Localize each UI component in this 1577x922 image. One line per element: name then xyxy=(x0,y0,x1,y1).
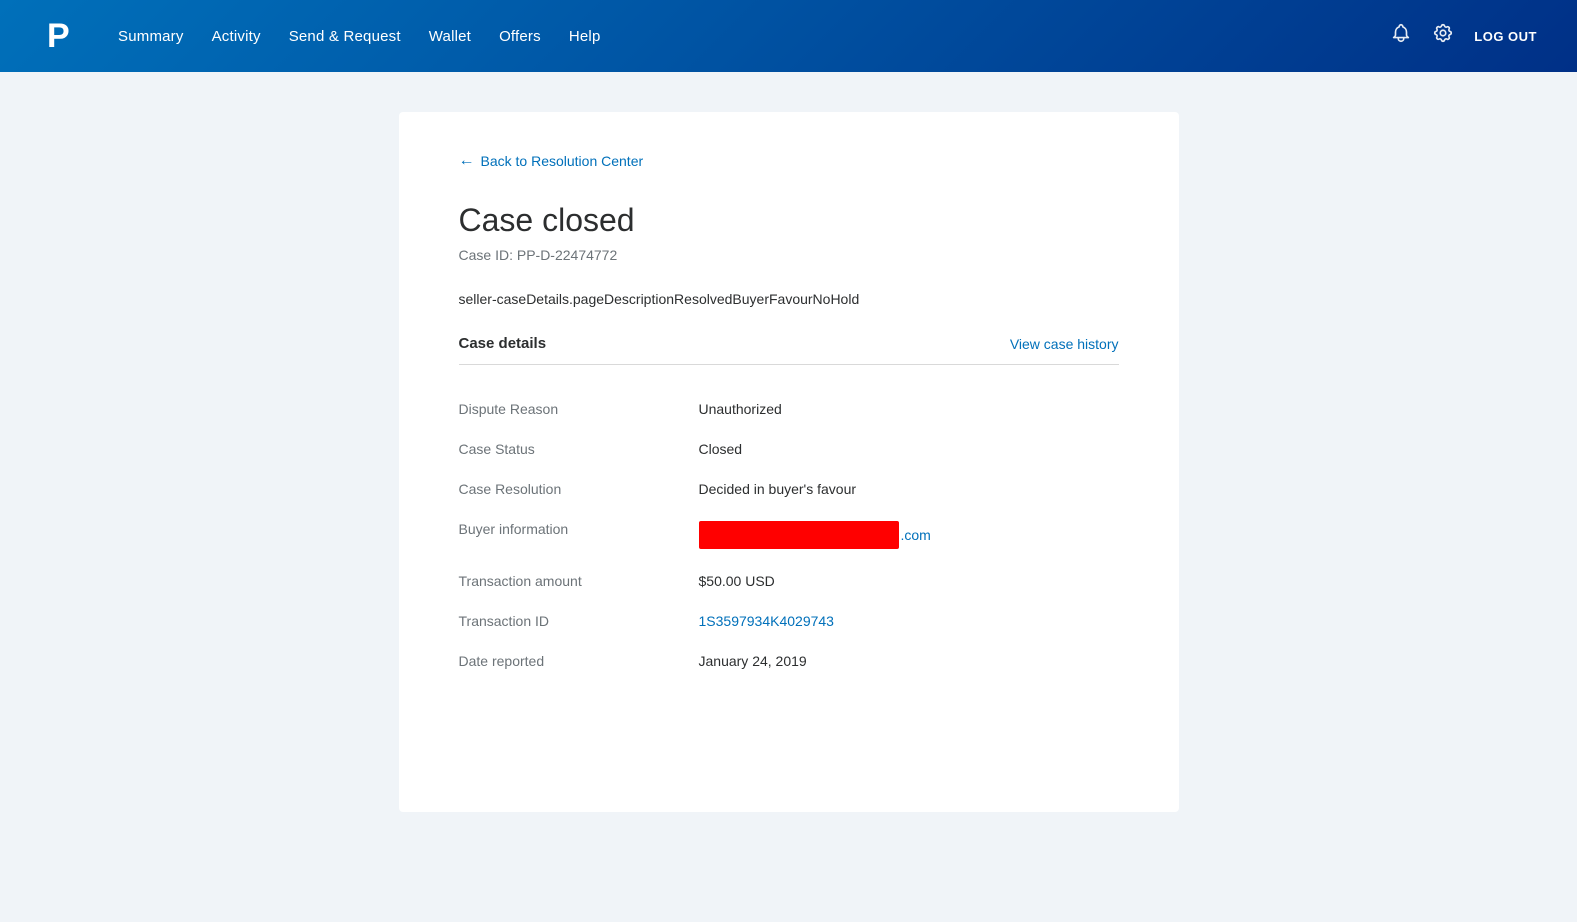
back-link[interactable]: ← Back to Resolution Center xyxy=(459,152,1119,170)
redacted-email-bar xyxy=(699,521,899,549)
dispute-reason-value: Unauthorized xyxy=(699,401,782,417)
case-resolution-label: Case Resolution xyxy=(459,481,699,497)
case-details-title: Case details xyxy=(459,335,547,352)
table-row: Dispute Reason Unauthorized xyxy=(459,389,1119,429)
nav-summary[interactable]: Summary xyxy=(118,28,184,45)
case-description: seller-caseDetails.pageDescriptionResolv… xyxy=(459,291,1119,307)
date-reported-value: January 24, 2019 xyxy=(699,653,807,669)
main-nav: Summary Activity Send & Request Wallet O… xyxy=(118,28,601,45)
dispute-reason-label: Dispute Reason xyxy=(459,401,699,417)
svg-text:P: P xyxy=(47,17,70,55)
case-status-label: Case Status xyxy=(459,441,699,457)
nav-activity[interactable]: Activity xyxy=(212,28,261,45)
case-id: Case ID: PP-D-22474772 xyxy=(459,247,1119,263)
case-details-header: Case details View case history xyxy=(459,335,1119,365)
case-details-table: Dispute Reason Unauthorized Case Status … xyxy=(459,389,1119,681)
settings-gear-icon[interactable] xyxy=(1432,22,1454,50)
view-case-history-link[interactable]: View case history xyxy=(1010,336,1119,352)
table-row: Transaction ID 1S3597934K4029743 xyxy=(459,601,1119,641)
table-row: Buyer information .com xyxy=(459,509,1119,561)
transaction-id-label: Transaction ID xyxy=(459,613,699,629)
back-arrow-icon: ← xyxy=(459,152,475,170)
case-resolution-value: Decided in buyer's favour xyxy=(699,481,857,497)
notification-bell-icon[interactable] xyxy=(1390,22,1412,50)
table-row: Date reported January 24, 2019 xyxy=(459,641,1119,681)
page-body: ← Back to Resolution Center Case closed … xyxy=(0,72,1577,922)
nav-help[interactable]: Help xyxy=(569,28,601,45)
nav-wallet[interactable]: Wallet xyxy=(429,28,471,45)
case-title: Case closed xyxy=(459,202,1119,239)
paypal-logo[interactable]: P xyxy=(40,15,82,57)
back-link-label: Back to Resolution Center xyxy=(481,153,644,169)
buyer-info-value: .com xyxy=(699,521,931,549)
table-row: Transaction amount $50.00 USD xyxy=(459,561,1119,601)
nav-send-request[interactable]: Send & Request xyxy=(289,28,401,45)
transaction-amount-label: Transaction amount xyxy=(459,573,699,589)
logout-button[interactable]: LOG OUT xyxy=(1474,29,1537,44)
buyer-info-label: Buyer information xyxy=(459,521,699,549)
buyer-domain-suffix: .com xyxy=(901,527,931,543)
date-reported-label: Date reported xyxy=(459,653,699,669)
header-right: LOG OUT xyxy=(1390,22,1537,50)
content-wrapper: ← Back to Resolution Center Case closed … xyxy=(339,112,1239,812)
header-left: P Summary Activity Send & Request Wallet… xyxy=(40,15,601,57)
nav-offers[interactable]: Offers xyxy=(499,28,541,45)
white-card: ← Back to Resolution Center Case closed … xyxy=(399,112,1179,812)
transaction-amount-value: $50.00 USD xyxy=(699,573,775,589)
main-header: P Summary Activity Send & Request Wallet… xyxy=(0,0,1577,72)
table-row: Case Status Closed xyxy=(459,429,1119,469)
transaction-id-link[interactable]: 1S3597934K4029743 xyxy=(699,613,834,629)
case-status-value: Closed xyxy=(699,441,743,457)
table-row: Case Resolution Decided in buyer's favou… xyxy=(459,469,1119,509)
